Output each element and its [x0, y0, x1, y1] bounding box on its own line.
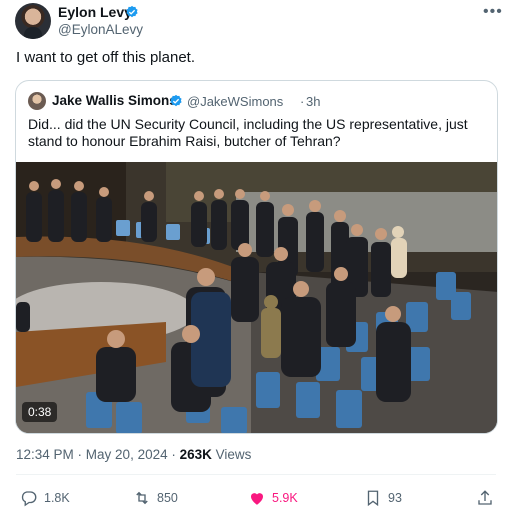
divider: [16, 474, 496, 475]
video-duration: 0:38: [22, 402, 58, 422]
quoted-author-name[interactable]: Jake Wallis Simons: [52, 93, 177, 108]
bookmark-icon: [367, 490, 379, 507]
tweet-date[interactable]: May 20, 2024: [86, 447, 168, 462]
tweet-time[interactable]: 12:34 PM: [16, 447, 74, 462]
quoted-text: Did... did the UN Security Council, incl…: [28, 116, 468, 149]
quoted-avatar[interactable]: [28, 92, 46, 110]
quoted-separator: ·: [300, 94, 305, 109]
repost-icon: [136, 491, 148, 505]
quoted-author-handle[interactable]: @JakeWSimons: [187, 94, 283, 109]
verified-badge-icon: [126, 5, 138, 18]
meta-separator: ·: [73, 447, 86, 462]
meta-separator: ·: [167, 447, 180, 462]
share-button[interactable]: [476, 489, 500, 507]
repost-button[interactable]: 850: [133, 489, 178, 507]
views-label: Views: [211, 447, 252, 462]
tweet-text: I want to get off this planet.: [16, 49, 196, 66]
avatar[interactable]: [15, 3, 51, 39]
heart-icon: [251, 493, 263, 505]
reply-icon: [21, 491, 37, 507]
tweet: Eylon Levy @EylonALevy ••• I want to get…: [0, 0, 512, 520]
repost-count: 850: [157, 491, 178, 505]
share-icon: [478, 490, 492, 505]
video-frame: [16, 162, 497, 433]
like-button[interactable]: 5.9K: [248, 489, 298, 507]
author-handle[interactable]: @EylonALevy: [58, 22, 143, 37]
quoted-verified-badge-icon: [170, 94, 182, 107]
like-count: 5.9K: [272, 491, 298, 505]
views-count: 263K: [179, 447, 212, 462]
quoted-tweet[interactable]: Jake Wallis Simons @JakeWSimons · 3h Did…: [15, 80, 498, 434]
reply-count: 1.8K: [44, 491, 70, 505]
tweet-meta: 12:34 PM · May 20, 2024 · 263K Views: [16, 447, 251, 462]
more-options-icon[interactable]: •••: [483, 3, 503, 21]
reply-button[interactable]: 1.8K: [20, 489, 70, 507]
bookmark-count: 93: [388, 491, 402, 505]
quoted-timestamp[interactable]: 3h: [306, 94, 320, 109]
author-name[interactable]: Eylon Levy: [58, 4, 132, 20]
bookmark-button[interactable]: 93: [364, 489, 402, 507]
video-player[interactable]: 0:38: [16, 162, 497, 433]
